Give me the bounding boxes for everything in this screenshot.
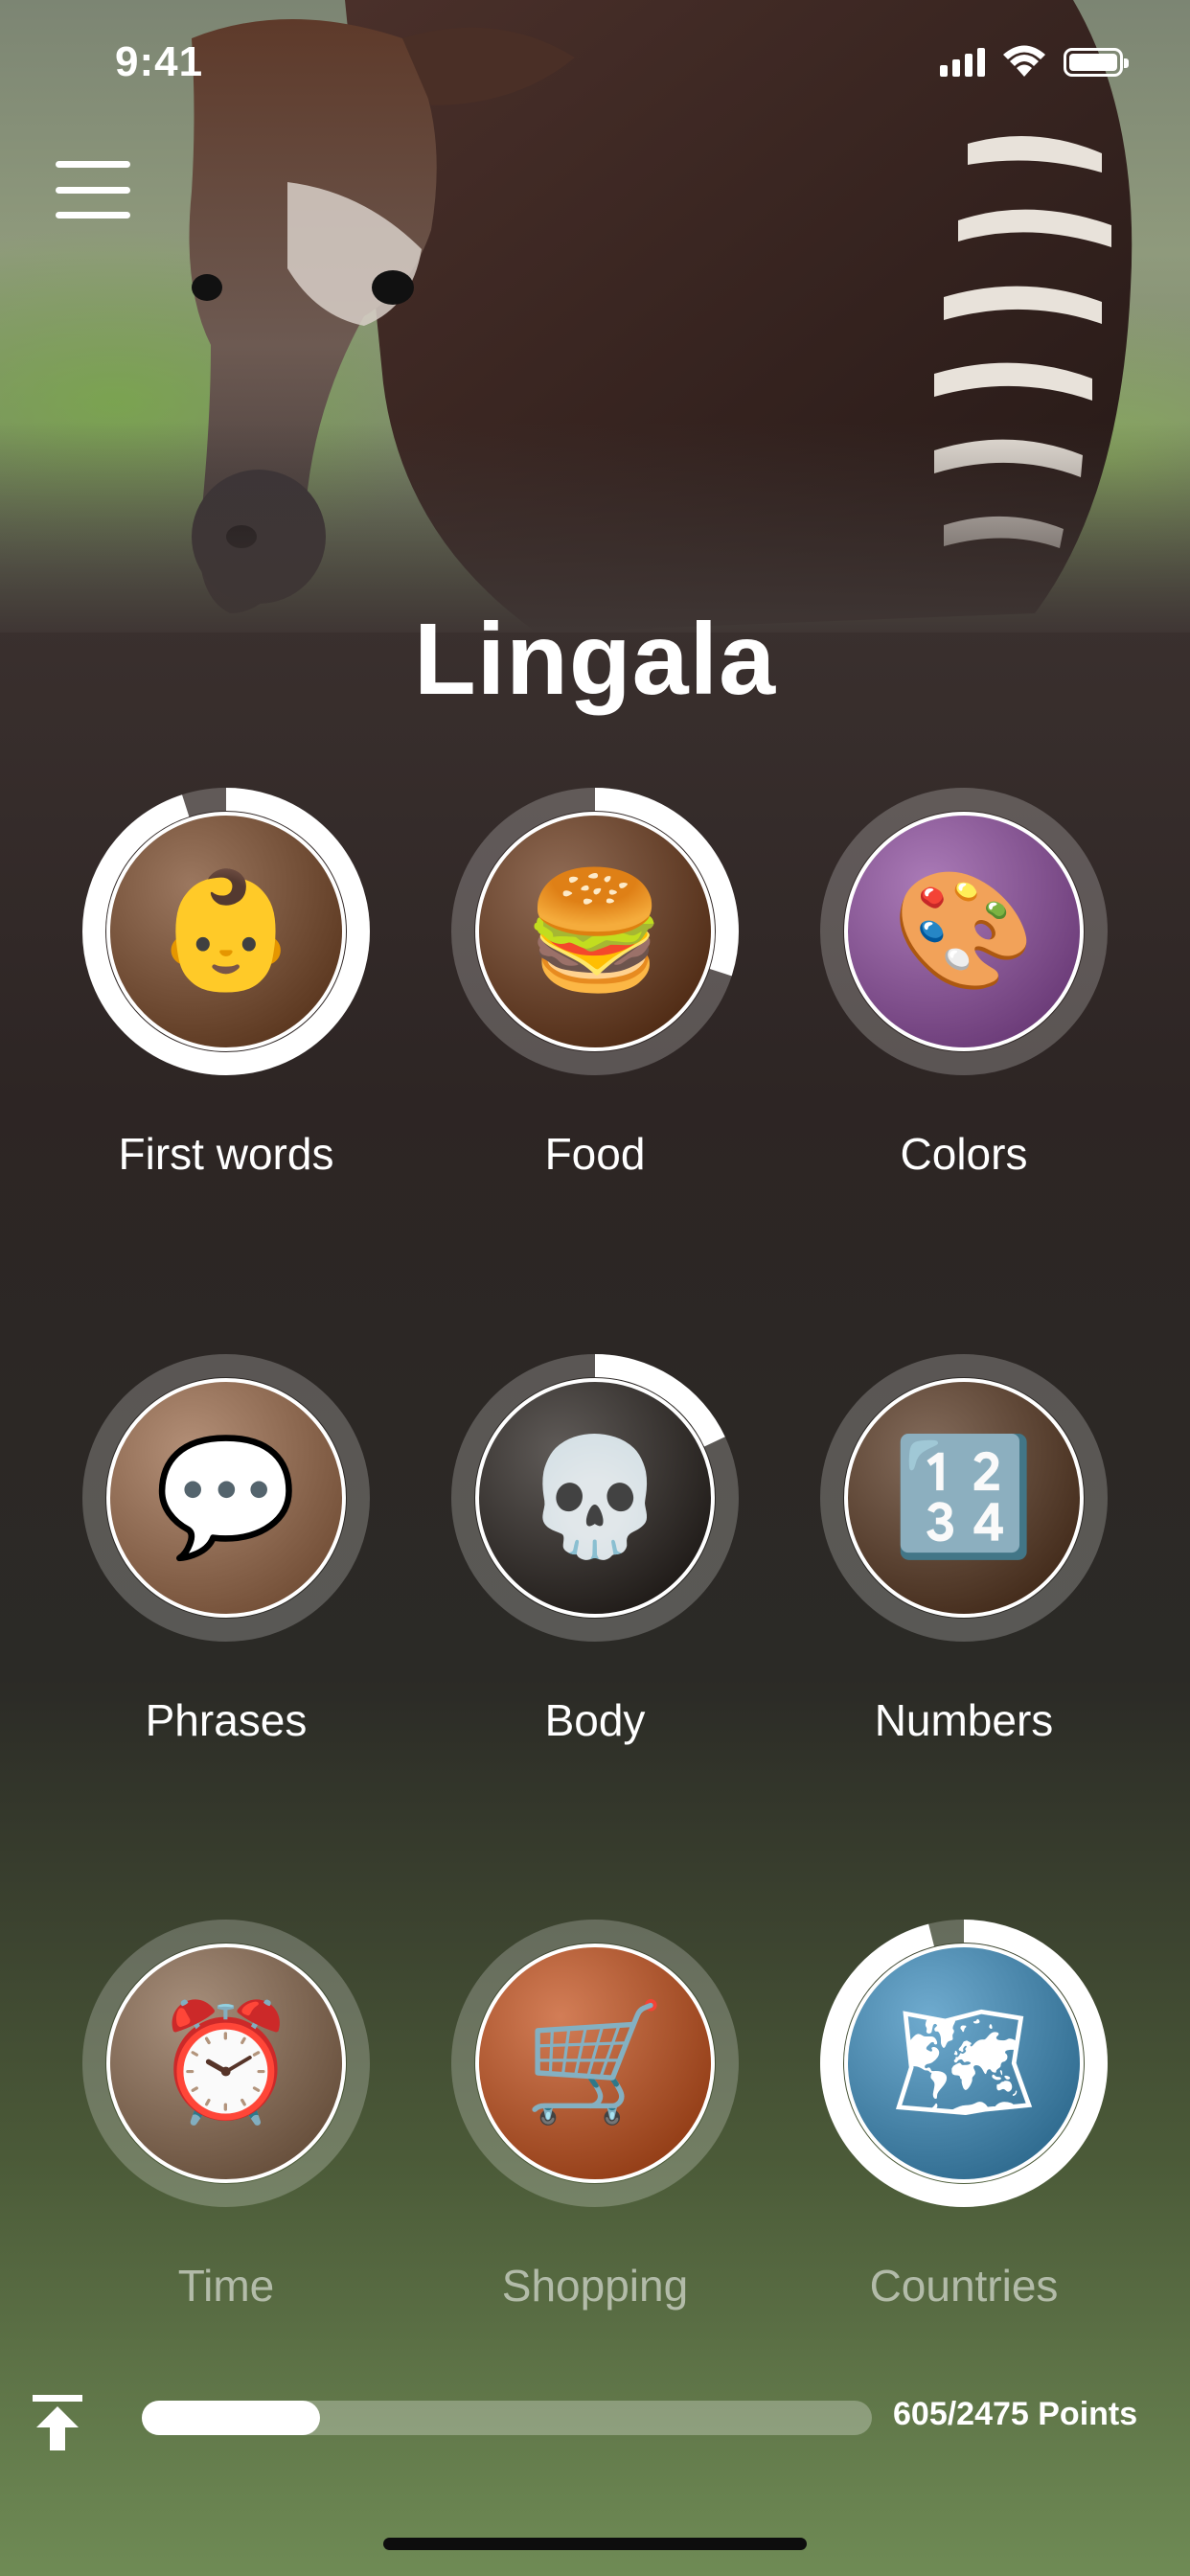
status-time: 9:41 [115,38,204,85]
topic-tile[interactable]: 🍔 Food [411,788,775,1190]
topic-tile[interactable]: 🔢 Numbers [780,1354,1144,1757]
wifi-icon [1003,45,1045,77]
topic-label[interactable]: Body [411,1694,779,1746]
topic-label[interactable]: Phrases [42,1694,410,1746]
topic-image-skeleton[interactable]: 💀 [475,1378,715,1618]
wooden-numbers-icon: 🔢 [892,1433,1036,1561]
topic-image-color-powder[interactable]: 🎨 [844,812,1084,1051]
topic-tile[interactable]: 🗺 Countries [780,1920,1144,2322]
topic-tile[interactable]: 🎨 Colors [780,788,1144,1190]
topic-image-smiling-people[interactable]: 💬 [106,1378,346,1618]
page-title: Lingala [413,603,777,716]
topic-image-alarm-clock[interactable]: ⏰ [106,1944,346,2183]
topic-tile[interactable]: 💬 Phrases [42,1354,406,1757]
cellular-signal-icon [940,48,985,77]
home-indicator[interactable] [383,2538,807,2550]
topic-label[interactable]: First words [42,1128,410,1180]
topic-label[interactable]: Colors [780,1128,1148,1180]
topic-image-wooden-numbers[interactable]: 🔢 [844,1378,1084,1618]
topic-image-burger-meal[interactable]: 🍔 [475,812,715,1051]
world-map-pins-icon: 🗺 [890,1998,1038,2127]
status-icons [940,44,1129,77]
topic-image-shopping-cart[interactable]: 🛒 [475,1944,715,2183]
topic-tile[interactable]: ⏰ Time [42,1920,406,2322]
topic-label[interactable]: Numbers [780,1694,1148,1746]
skeleton-icon: 💀 [523,1433,667,1561]
topic-label[interactable]: Time [42,2260,410,2312]
smiling-people-icon: 💬 [154,1433,298,1561]
battery-icon [1064,48,1129,77]
okapi-illustration [189,0,1133,632]
topic-label[interactable]: Shopping [411,2260,779,2312]
topic-label[interactable]: Countries [780,2260,1148,2312]
alarm-clock-icon: ⏰ [154,1998,298,2127]
topic-label[interactable]: Food [411,1128,779,1180]
topic-image-baby-face[interactable]: 👶 [106,812,346,1051]
shopping-cart-icon: 🛒 [523,1998,667,2127]
burger-meal-icon: 🍔 [523,866,667,995]
topic-tile[interactable]: 🛒 Shopping [411,1920,775,2322]
hero-image [0,0,1190,632]
topic-image-world-map-pins[interactable]: 🗺 [844,1944,1084,2183]
hamburger-menu-icon[interactable] [56,161,132,218]
points-label: 605/2475 Points [893,2396,1138,2432]
scroll-to-top-icon[interactable] [27,2391,88,2452]
topic-tile[interactable]: 💀 Body [411,1354,775,1757]
topic-tile[interactable]: 👶 First words [42,788,406,1190]
baby-face-icon: 👶 [154,866,298,995]
points-progress-fill [142,2401,320,2435]
points-progress-bar [142,2401,872,2435]
color-powder-icon: 🎨 [892,866,1036,995]
